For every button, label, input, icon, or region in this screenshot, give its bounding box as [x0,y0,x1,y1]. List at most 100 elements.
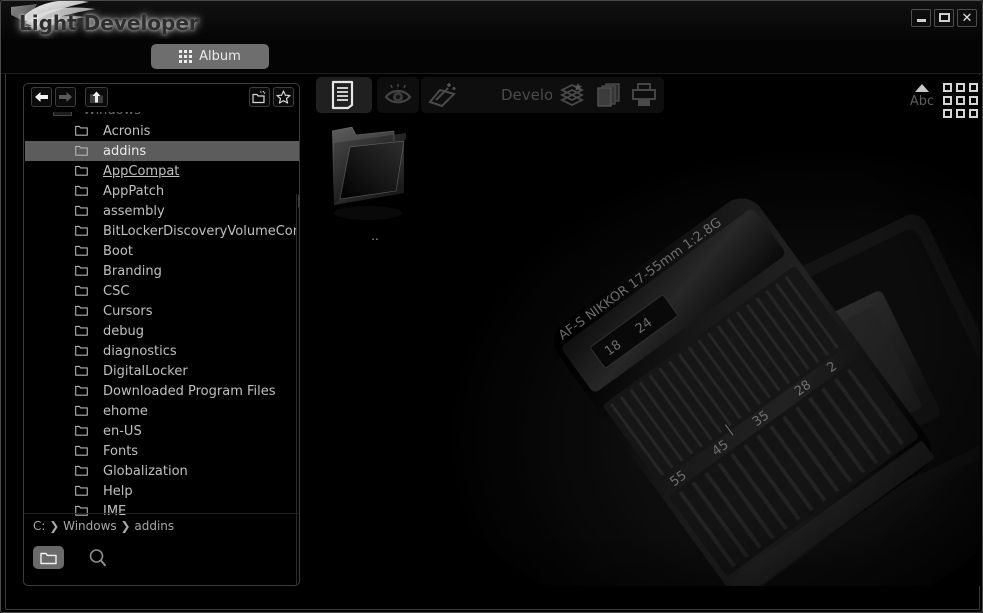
list-item[interactable]: Cursors [25,301,299,321]
list-item[interactable]: Boot [25,241,299,261]
tab-album-label: Album [199,49,241,64]
folder-icon [75,445,88,456]
folder-icon [75,385,88,396]
list-item[interactable]: addins [25,141,299,161]
up-button[interactable] [85,87,108,107]
main-toolbar: Develop it! [306,75,980,115]
folder-icon [75,205,88,216]
breadcrumb-text: C: ❯ Windows ❯ addins [33,519,174,533]
list-item-windows[interactable]: Windows [25,112,299,121]
maximize-icon [939,13,950,22]
maximize-button[interactable] [934,9,954,27]
grid-icon [179,50,192,63]
close-icon: ✕ [962,11,973,26]
minimize-button[interactable] [911,9,931,27]
svg-text:35: 35 [750,408,772,430]
grid-cell [956,83,965,92]
list-item[interactable]: Acronis [25,121,299,141]
application-window: Light Developer ✕ Album [0,0,983,613]
folder-icon [40,551,57,565]
drive-icon [53,112,72,116]
list-item-label: BitLockerDiscoveryVolumeContents [103,224,299,239]
folder-icon [75,425,88,436]
folder-icon [75,225,88,236]
list-item[interactable]: Help [25,481,299,501]
content-area: OFF ON [306,75,980,586]
favorite-button[interactable] [273,87,294,107]
list-item-label: ehome [103,404,148,419]
search-button[interactable] [86,547,110,569]
list-item[interactable]: BitLockerDiscoveryVolumeContents [25,221,299,241]
list-item-label: Acronis [103,124,150,139]
svg-text:55: 55 [667,468,689,490]
copy-button[interactable] [588,77,628,113]
list-item[interactable]: Fonts [25,441,299,461]
sort-button[interactable]: Abc [903,79,941,113]
list-item[interactable]: Globalization [25,461,299,481]
grid-cell [969,96,978,105]
list-item[interactable]: debug [25,321,299,341]
list-item-label: assembly [103,204,165,219]
print-button[interactable] [624,77,664,113]
photo-stack-icon [595,82,621,108]
grid-cell [943,109,952,118]
parent-folder-label: .. [320,229,430,243]
eye-icon [384,83,412,107]
arrow-left-icon [34,91,49,103]
parent-folder-thumbnail[interactable]: .. [320,119,430,254]
grid-cell [969,109,978,118]
folder-icon [75,265,88,276]
grid-cell [956,96,965,105]
grid-cell [969,83,978,92]
layers-star-icon [559,82,585,108]
back-button[interactable] [31,87,52,107]
new-folder-button[interactable] [249,87,270,107]
list-item-label: Globalization [103,464,188,479]
list-item[interactable]: AppPatch [25,181,299,201]
folder-icon [75,465,88,476]
svg-text:24: 24 [633,315,655,337]
list-item[interactable]: diagnostics [25,341,299,361]
svg-text:2: 2 [824,359,840,376]
list-item[interactable]: Downloaded Program Files [25,381,299,401]
folder-icon [75,285,88,296]
printer-icon [631,82,657,108]
scroll-up-button[interactable] [298,194,300,208]
navigation-toolbar [24,84,299,112]
svg-text:AF-S NIKKOR 17-55mm 1:2.8G: AF-S NIKKOR 17-55mm 1:2.8G [556,215,724,343]
folder-icon [75,345,88,356]
arrow-right-icon [58,91,73,103]
grid-cell [956,109,965,118]
list-item-label: Branding [103,264,162,279]
folder-icon [75,305,88,316]
info-button[interactable] [316,77,372,113]
document-icon [331,80,357,110]
list-item[interactable]: assembly [25,201,299,221]
batch-button[interactable] [552,77,592,113]
list-item[interactable]: Branding [25,261,299,281]
triangle-up-icon [915,84,929,92]
folder-icon [75,125,88,136]
folder-icon [75,185,88,196]
grid-view-button[interactable] [943,83,978,118]
browse-folders-button[interactable] [33,546,64,569]
list-item[interactable]: ehome [25,401,299,421]
close-button[interactable]: ✕ [957,9,977,27]
folder-icon [75,365,88,376]
list-item[interactable]: en-US [25,421,299,441]
folder-icon [75,405,88,416]
tab-album[interactable]: Album [151,44,269,69]
preview-button[interactable] [377,77,419,113]
list-item[interactable]: AppCompat [25,161,299,181]
magic-wand-icon [427,81,457,109]
list-item-label: Boot [103,244,133,259]
list-item-label: addins [103,144,146,159]
folder-icon [320,119,430,227]
list-item[interactable]: CSC [25,281,299,301]
list-item[interactable]: DigitalLocker [25,361,299,381]
minimize-icon [917,19,926,22]
list-item-label: diagnostics [103,344,177,359]
forward-button[interactable] [55,87,76,107]
folder-browser-panel: Windows Acronis addins AppCompat AppPatch as… [23,83,300,586]
list-item-label: AppPatch [103,184,164,199]
